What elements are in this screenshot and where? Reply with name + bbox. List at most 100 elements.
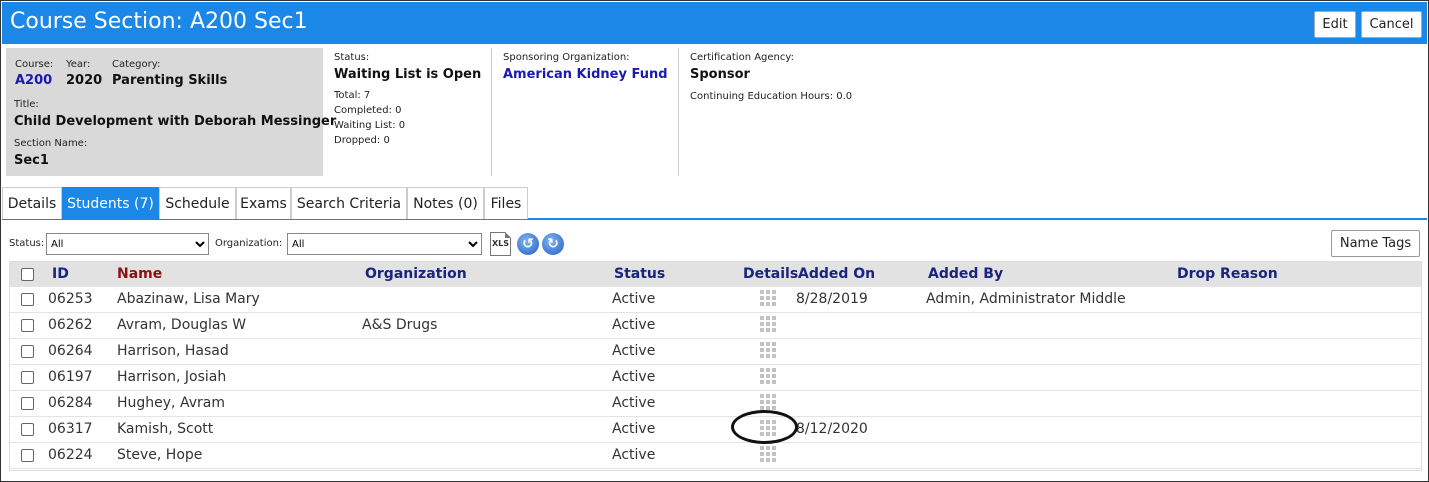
- year-label: Year:: [66, 59, 91, 70]
- student-name: Harrison, Hasad: [117, 343, 229, 359]
- table-row[interactable]: 06284 Hughey, Avram Active: [10, 391, 1421, 417]
- student-status: Active: [612, 421, 656, 437]
- table-row[interactable]: 06264 Harrison, Hasad Active: [10, 339, 1421, 365]
- total-count: Total: 7: [334, 90, 371, 101]
- tab-notes[interactable]: Notes (0): [407, 187, 484, 219]
- table-row[interactable]: 06224 Steve, Hope Active: [10, 443, 1421, 469]
- title-value: Child Development with Deborah Messinger: [14, 114, 337, 129]
- student-status: Active: [612, 395, 656, 411]
- student-name: Harrison, Josiah: [117, 369, 227, 385]
- student-id: 06262: [48, 317, 93, 333]
- tab-schedule[interactable]: Schedule: [159, 187, 236, 219]
- column-header-details[interactable]: Details: [743, 266, 798, 282]
- details-grid-icon[interactable]: [760, 290, 776, 306]
- sponsoring-org-link[interactable]: American Kidney Fund: [503, 67, 668, 82]
- status-value: Waiting List is Open: [334, 67, 482, 82]
- waiting-list-count: Waiting List: 0: [334, 120, 406, 131]
- row-checkbox[interactable]: [21, 345, 34, 358]
- student-name: Avram, Douglas W: [117, 317, 247, 333]
- column-header-added-on[interactable]: Added On: [798, 266, 875, 282]
- details-grid-icon[interactable]: [760, 342, 776, 358]
- status-filter-select[interactable]: All: [46, 233, 209, 255]
- student-id: 06197: [48, 369, 93, 385]
- organization-filter-select[interactable]: All: [287, 233, 482, 255]
- student-status: Active: [612, 291, 656, 307]
- column-header-status[interactable]: Status: [614, 266, 665, 282]
- table-row[interactable]: 06253 Abazinaw, Lisa Mary Active 8/28/20…: [10, 287, 1421, 313]
- row-checkbox[interactable]: [21, 293, 34, 306]
- student-id: 06253: [48, 291, 93, 307]
- student-organization: A&S Drugs: [362, 317, 438, 333]
- edit-button[interactable]: Edit: [1314, 11, 1356, 38]
- student-id: 06264: [48, 343, 93, 359]
- course-section-window: Course Section: A200 Sec1 Edit Cancel Co…: [0, 0, 1429, 482]
- status-label: Status:: [334, 52, 370, 63]
- certification-agency-label: Certification Agency:: [690, 52, 794, 63]
- name-tags-button[interactable]: Name Tags: [1331, 230, 1420, 257]
- section-name-value: Sec1: [14, 153, 49, 168]
- student-id: 06224: [48, 447, 93, 463]
- row-checkbox[interactable]: [21, 397, 34, 410]
- dropped-count: Dropped: 0: [334, 135, 390, 146]
- table-row[interactable]: 06197 Harrison, Josiah Active: [10, 365, 1421, 391]
- course-info-panel: Course: Year: Category: A200 2020 Parent…: [6, 48, 336, 176]
- student-name: Hughey, Avram: [117, 395, 225, 411]
- cancel-button[interactable]: Cancel: [1361, 11, 1422, 38]
- details-grid-icon[interactable]: [760, 316, 776, 332]
- undo-icon[interactable]: ↺: [517, 233, 539, 255]
- student-added-on: 8/28/2019: [796, 291, 868, 307]
- details-grid-icon[interactable]: [760, 394, 776, 410]
- title-bar: Course Section: A200 Sec1 Edit Cancel: [2, 2, 1427, 44]
- column-header-id[interactable]: ID: [52, 266, 69, 282]
- tab-files[interactable]: Files: [484, 187, 528, 219]
- column-header-name[interactable]: Name: [117, 266, 162, 282]
- column-header-added-by[interactable]: Added By: [928, 266, 1003, 282]
- student-id: 06284: [48, 395, 93, 411]
- highlight-circle-annotation: [731, 410, 798, 444]
- ce-hours: Continuing Education Hours: 0.0: [690, 91, 853, 102]
- student-name: Abazinaw, Lisa Mary: [117, 291, 260, 307]
- section-name-label: Section Name:: [14, 138, 88, 149]
- year-value: 2020: [66, 73, 103, 88]
- category-value: Parenting Skills: [112, 73, 228, 88]
- student-status: Active: [612, 343, 656, 359]
- select-all-checkbox[interactable]: [21, 268, 34, 281]
- students-table: ID Name Organization Status Details Adde…: [9, 261, 1422, 471]
- student-id: 06317: [48, 421, 93, 437]
- details-grid-icon[interactable]: [760, 446, 776, 462]
- refresh-icon[interactable]: ↻: [542, 233, 564, 255]
- table-row[interactable]: 06317 Kamish, Scott Active 8/12/2020: [10, 417, 1421, 443]
- student-added-on: 8/12/2020: [796, 421, 868, 437]
- completed-count: Completed: 0: [334, 105, 402, 116]
- tab-exams[interactable]: Exams: [236, 187, 291, 219]
- table-row[interactable]: 06262 Avram, Douglas W A&S Drugs Active: [10, 313, 1421, 339]
- row-checkbox[interactable]: [21, 449, 34, 462]
- tab-students[interactable]: Students (7): [62, 187, 159, 219]
- tab-bar: Details Students (7) Schedule Exams Sear…: [2, 187, 1427, 220]
- info-divider: [491, 48, 492, 176]
- row-checkbox[interactable]: [21, 371, 34, 384]
- row-checkbox[interactable]: [21, 319, 34, 332]
- column-header-drop-reason[interactable]: Drop Reason: [1177, 266, 1278, 282]
- student-status: Active: [612, 369, 656, 385]
- student-added-by: Admin, Administrator Middle: [926, 291, 1126, 307]
- tab-search-criteria[interactable]: Search Criteria: [291, 187, 407, 219]
- info-divider: [678, 48, 679, 176]
- student-name: Kamish, Scott: [117, 421, 214, 437]
- certification-agency-value: Sponsor: [690, 67, 750, 82]
- column-header-organization[interactable]: Organization: [365, 266, 467, 282]
- details-grid-icon[interactable]: [760, 368, 776, 384]
- page-title: Course Section: A200 Sec1: [10, 9, 308, 34]
- tab-details[interactable]: Details: [2, 187, 62, 219]
- status-filter-label: Status:: [9, 238, 45, 249]
- student-status: Active: [612, 317, 656, 333]
- course-link[interactable]: A200: [15, 73, 52, 88]
- export-xls-icon[interactable]: XLS: [490, 232, 511, 256]
- table-header: ID Name Organization Status Details Adde…: [10, 262, 1421, 287]
- course-label: Course:: [15, 59, 54, 70]
- student-status: Active: [612, 447, 656, 463]
- row-checkbox[interactable]: [21, 423, 34, 436]
- sponsoring-org-label: Sponsoring Organization:: [503, 52, 630, 63]
- student-name: Steve, Hope: [117, 447, 203, 463]
- organization-filter-label: Organization:: [215, 238, 283, 249]
